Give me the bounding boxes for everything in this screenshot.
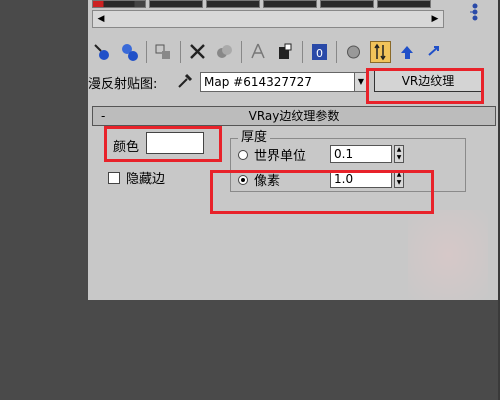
show-hardware-map-icon[interactable] [370,41,391,63]
highlight-box-color [104,126,222,162]
world-units-label: 世界单位 [254,149,307,164]
world-units-spinner-arrows[interactable]: ▲ ▼ [394,145,404,163]
toolbar-separator [241,41,242,63]
highlight-box-map-type [366,68,484,104]
toolbar-separator [336,41,337,63]
sample-slot[interactable] [206,0,260,8]
assign-material-icon[interactable] [153,41,174,63]
go-forward-icon[interactable] [424,41,445,63]
delete-icon[interactable] [187,41,208,63]
toolbar-separator [146,41,147,63]
sample-slot[interactable] [149,0,203,8]
put-to-scene-icon[interactable] [119,41,140,63]
world-units-radio[interactable] [238,150,248,160]
sample-slot[interactable] [320,0,374,8]
show-map-icon[interactable] [275,41,296,63]
pick-material-icon[interactable] [92,41,113,63]
background-glow [408,210,488,300]
hidden-edges-checkbox[interactable] [108,172,120,184]
diffuse-map-label: 漫反射贴图: [88,77,158,92]
sample-slot[interactable] [92,0,146,8]
material-id-icon[interactable]: 0 [309,41,330,63]
go-to-parent-icon[interactable] [397,41,418,63]
sample-slot[interactable] [263,0,317,8]
highlight-box-pixels [210,170,434,214]
vray-edges-rollout-header[interactable]: - VRay边纹理参数 [92,106,496,126]
rollout-title: VRay边纹理参数 [248,109,340,123]
make-unique-icon[interactable] [214,41,235,63]
world-units-spinner-input[interactable]: 0.1 [330,145,392,163]
sample-slots-scrollbar[interactable]: ◀ ▶ [92,10,444,28]
eyedropper-icon[interactable] [174,70,196,92]
scroll-right-icon[interactable]: ▶ [428,12,442,26]
material-toolbar: 0 [88,38,498,66]
thickness-group-label: 厚度 [238,126,271,145]
scroll-left-icon[interactable]: ◀ [94,12,108,26]
sample-slots-row [88,0,444,8]
svg-text:0: 0 [316,47,323,60]
sample-slot[interactable] [377,0,431,8]
material-effects-icon[interactable] [248,41,269,63]
viewport-nav-icon[interactable] [468,2,482,22]
map-name-field[interactable]: Map #614327727 [200,72,362,92]
toolbar-separator [302,41,303,63]
hidden-edges-label: 隐藏边 [126,172,166,187]
show-end-result-icon[interactable] [343,41,364,63]
toolbar-separator [180,41,181,63]
